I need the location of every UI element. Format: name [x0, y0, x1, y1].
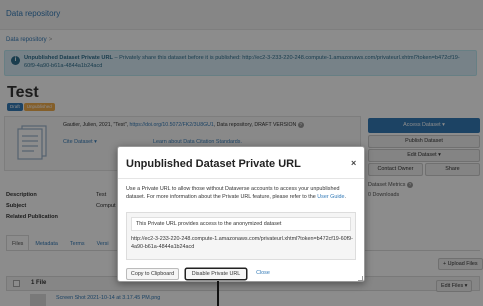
- anonymized-access-note: This Private URL provides access to the …: [131, 217, 351, 231]
- disable-private-url-button[interactable]: Disable Private URL: [185, 268, 247, 280]
- close-icon[interactable]: ×: [351, 158, 356, 168]
- private-url-box: This Private URL provides access to the …: [126, 212, 356, 260]
- resize-handle-icon[interactable]: [358, 276, 363, 281]
- user-guide-link[interactable]: User Guide: [317, 194, 344, 200]
- modal-header: Unpublished Dataset Private URL ×: [118, 147, 364, 179]
- modal-description-text: Use a Private URL to allow those without…: [126, 186, 340, 200]
- private-url-text[interactable]: http://ec2-3-233-220-248.compute-1.amazo…: [131, 236, 353, 251]
- private-url-modal: Unpublished Dataset Private URL × Use a …: [117, 146, 365, 282]
- close-button[interactable]: Close: [250, 268, 276, 280]
- modal-title: Unpublished Dataset Private URL: [126, 158, 301, 170]
- modal-description: Use a Private URL to allow those without…: [126, 185, 358, 201]
- modal-description-end: .: [344, 194, 347, 200]
- copy-to-clipboard-button[interactable]: Copy to Clipboard: [126, 268, 179, 280]
- annotation-pointer-line: [217, 281, 219, 306]
